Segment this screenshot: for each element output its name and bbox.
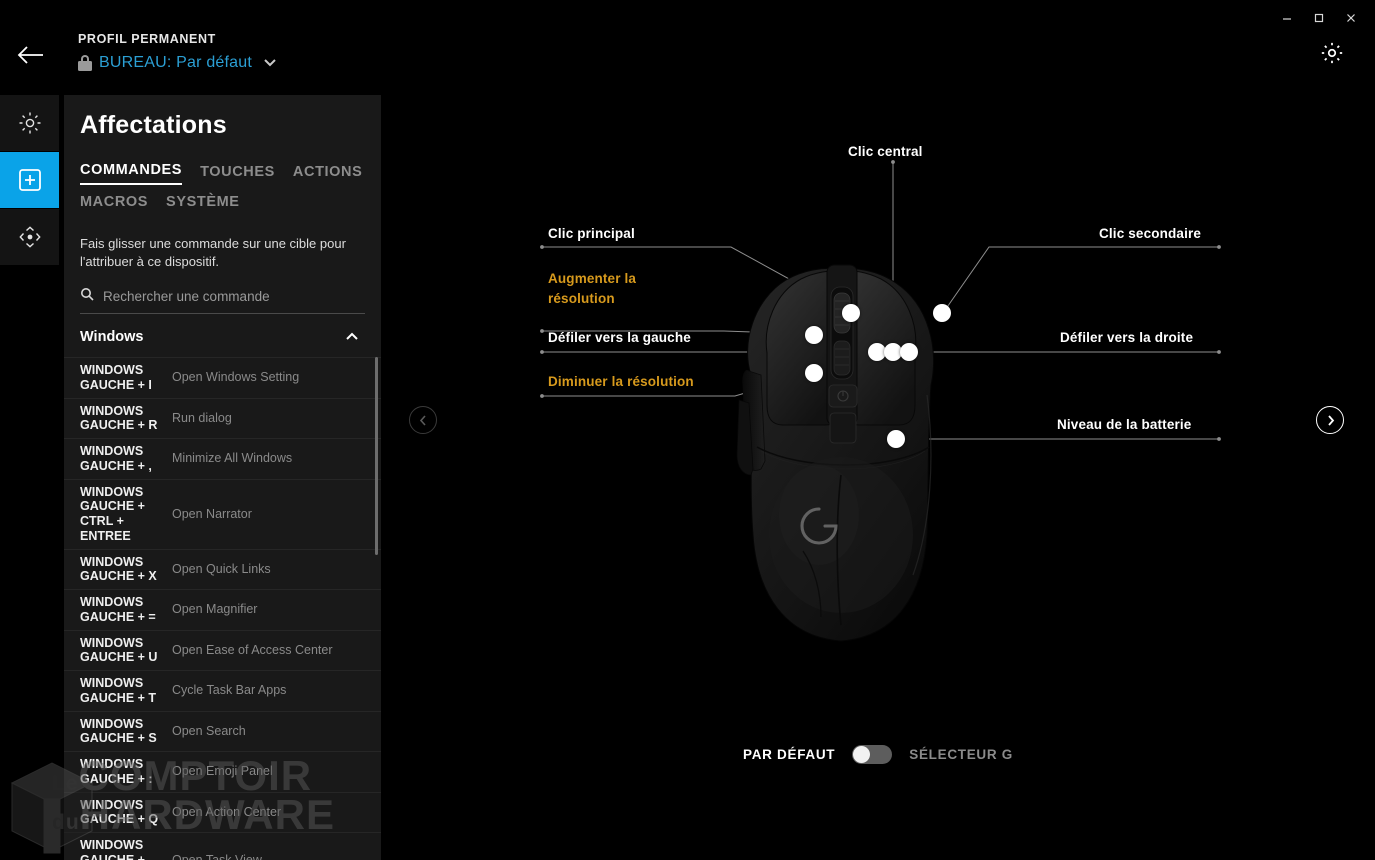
gear-icon[interactable] <box>1319 40 1345 66</box>
callout-label-niveau-batterie[interactable]: Niveau de la batterie <box>1057 417 1191 432</box>
left-icon-rail <box>0 95 59 266</box>
tab-macros[interactable]: MACROS <box>80 194 148 215</box>
command-keys: WINDOWS GAUCHE + R <box>80 403 158 433</box>
command-row[interactable]: WINDOWS GAUCHE + T Cycle Task Bar Apps <box>64 670 381 711</box>
callout-label-clic-principal[interactable]: Clic principal <box>548 226 635 241</box>
profile-header: PROFIL PERMANENT BUREAU: Par défaut <box>78 32 277 72</box>
callout-label-diminuer-resolution[interactable]: Diminuer la résolution <box>548 374 694 389</box>
command-description: Open Windows Setting <box>172 370 300 385</box>
tab-commandes[interactable]: COMMANDES <box>80 162 183 185</box>
command-row[interactable]: WINDOWS GAUCHE + S Open Search <box>64 710 381 752</box>
profile-selector[interactable]: BUREAU: Par défaut <box>78 54 277 72</box>
callout-label-augmenter-resolution[interactable]: Augmenter la résolution <box>548 269 678 310</box>
command-description: Open Magnifier <box>172 602 258 617</box>
assignments-panel: Affectations COMMANDES TOUCHES ACTIONS M… <box>64 95 381 860</box>
sidebar-item-assignments[interactable] <box>0 152 59 209</box>
toggle-knob <box>853 746 871 763</box>
hotspot-clic-principal[interactable] <box>842 304 860 322</box>
command-description: Open Search <box>172 723 246 738</box>
tab-touches[interactable]: TOUCHES <box>200 164 275 185</box>
command-keys: WINDOWS GAUCHE + : <box>80 757 153 786</box>
tab-bar: COMMANDES TOUCHES ACTIONS MACROS SYSTÈME <box>64 140 381 215</box>
search-input[interactable] <box>103 289 365 305</box>
close-button[interactable] <box>1335 6 1367 30</box>
back-button[interactable] <box>16 44 46 68</box>
device-stage: Clic central Clic principal Augmenter la… <box>381 90 1375 860</box>
command-keys: WINDOWS GAUCHE + TAB <box>80 838 145 860</box>
command-keys: WINDOWS GAUCHE + CTRL + ENTREE <box>80 484 145 543</box>
search-icon <box>80 287 94 306</box>
command-list: WINDOWS GAUCHE + I Open Windows Setting WI… <box>64 357 381 860</box>
tab-actions[interactable]: ACTIONS <box>293 164 362 185</box>
prev-device-button[interactable] <box>409 406 437 434</box>
page-title: Affectations <box>80 111 227 139</box>
next-device-button[interactable] <box>1316 406 1344 434</box>
callout-label-clic-secondaire[interactable]: Clic secondaire <box>1099 226 1201 241</box>
command-description: Run dialog <box>172 410 232 425</box>
command-keys: WINDOWS GAUCHE + S <box>80 716 157 746</box>
command-row[interactable]: WINDOWS GAUCHE + X Open Quick Links <box>64 548 381 590</box>
command-row[interactable]: WINDOWS GAUCHE + Q Open Action Center <box>64 791 381 833</box>
permanent-profile-label: PROFIL PERMANENT <box>78 32 216 46</box>
command-description: Cycle Task Bar Apps <box>172 683 287 698</box>
command-row[interactable]: WINDOWS GAUCHE + , Minimize All Windows <box>64 438 381 479</box>
command-description: Minimize All Windows <box>172 451 293 466</box>
command-row[interactable]: WINDOWS GAUCHE + TAB Open Task View <box>64 832 381 860</box>
command-keys: WINDOWS GAUCHE + I <box>80 363 152 392</box>
command-row[interactable]: WINDOWS GAUCHE + = Open Magnifier <box>64 589 381 630</box>
tab-row-primary: COMMANDES TOUCHES ACTIONS <box>80 162 381 185</box>
sidebar-item-lighting[interactable] <box>0 95 59 152</box>
group-name: Windows <box>80 329 144 346</box>
hotspot-niveau-batterie[interactable] <box>887 430 905 448</box>
g-shift-toggle[interactable] <box>852 745 893 764</box>
toggle-label-gshift[interactable]: SÉLECTEUR G <box>909 747 1013 762</box>
group-header-windows[interactable]: Windows <box>64 314 381 357</box>
command-description: Open Task View <box>172 852 262 860</box>
command-keys: WINDOWS GAUCHE + U <box>80 635 158 665</box>
command-row[interactable]: WINDOWS GAUCHE + R Run dialog <box>64 397 381 439</box>
chevron-up-icon[interactable] <box>345 328 359 346</box>
lock-icon <box>78 55 92 71</box>
command-row[interactable]: WINDOWS GAUCHE + I Open Windows Setting <box>64 357 381 398</box>
hotspot-defiler-droite[interactable] <box>900 343 918 361</box>
command-description: Open Quick Links <box>172 561 271 576</box>
hotspot-clic-secondaire[interactable] <box>933 304 951 322</box>
command-keys: WINDOWS GAUCHE + , <box>80 444 152 473</box>
chevron-down-icon[interactable] <box>263 54 277 72</box>
command-keys: WINDOWS GAUCHE + T <box>80 676 157 705</box>
hotspot-augmenter-resolution[interactable] <box>805 326 823 344</box>
profile-name: BUREAU: Par défaut <box>99 54 252 71</box>
profile-mode-toggle-row: PAR DÉFAUT SÉLECTEUR G <box>381 745 1375 764</box>
command-description: Open Action Center <box>172 804 282 819</box>
minimize-button[interactable] <box>1271 6 1303 30</box>
command-row[interactable]: WINDOWS GAUCHE + U Open Ease of Access Ce… <box>64 629 381 671</box>
mouse-body <box>736 264 935 642</box>
command-description: Open Emoji Panel <box>172 764 273 779</box>
tab-systeme[interactable]: SYSTÈME <box>166 194 240 215</box>
command-keys: WINDOWS GAUCHE + X <box>80 554 157 584</box>
toggle-label-default[interactable]: PAR DÉFAUT <box>743 747 835 762</box>
tab-row-secondary: MACROS SYSTÈME <box>80 194 381 215</box>
command-row[interactable]: WINDOWS GAUCHE + : Open Emoji Panel <box>64 751 381 792</box>
logitech-ghub-window: PROFIL PERMANENT BUREAU: Par défaut Affe… <box>0 0 1375 860</box>
command-keys: WINDOWS GAUCHE + = <box>80 595 156 624</box>
command-keys: WINDOWS GAUCHE + Q <box>80 797 159 827</box>
command-description: Open Ease of Access Center <box>172 642 333 657</box>
hotspot-diminuer-resolution[interactable] <box>805 364 823 382</box>
command-row[interactable]: WINDOWS GAUCHE + CTRL + ENTREE Open Narra… <box>64 478 381 549</box>
sidebar-item-sensitivity[interactable] <box>0 209 59 266</box>
search-box[interactable] <box>80 287 365 315</box>
callout-label-clic-central[interactable]: Clic central <box>848 144 923 159</box>
callout-label-defiler-gauche[interactable]: Défiler vers la gauche <box>548 330 691 345</box>
callout-label-defiler-droite[interactable]: Défiler vers la droite <box>1060 330 1193 345</box>
scrollbar-thumb[interactable] <box>375 357 378 556</box>
mouse-illustration-g502 <box>691 225 991 655</box>
scrollbar-track[interactable] <box>374 357 378 860</box>
command-description: Open Narrator <box>172 506 252 521</box>
maximize-button[interactable] <box>1303 6 1335 30</box>
drag-hint-text: Fais glisser une commande sur une cible … <box>80 236 346 269</box>
window-controls <box>1271 6 1367 30</box>
